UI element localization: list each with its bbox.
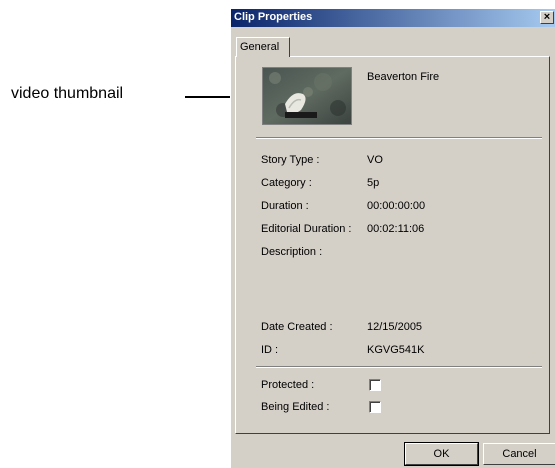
video-thumbnail <box>262 67 352 125</box>
date-created-label: Date Created : <box>261 321 333 333</box>
category-label: Category : <box>261 177 312 189</box>
ok-button[interactable]: OK <box>404 442 479 466</box>
cancel-button[interactable]: Cancel <box>483 443 555 465</box>
id-value: KGVG541K <box>367 344 425 356</box>
close-icon: × <box>543 11 551 23</box>
story-type-value: VO <box>367 154 383 166</box>
clip-name: Beaverton Fire <box>367 71 440 83</box>
editorial-duration-label: Editorial Duration : <box>261 223 352 235</box>
protected-label: Protected : <box>261 379 315 391</box>
callout-label: video thumbnail <box>11 85 124 102</box>
duration-label: Duration : <box>261 200 309 212</box>
being-edited-label: Being Edited : <box>261 401 330 413</box>
duration-value: 00:00:00:00 <box>367 200 426 212</box>
tab-general[interactable]: General <box>236 37 290 57</box>
category-value: 5p <box>367 177 380 189</box>
close-button[interactable]: × <box>540 11 554 24</box>
thumbnail-image <box>263 68 351 124</box>
being-edited-checkbox[interactable] <box>369 401 381 413</box>
general-tab-panel: Beaverton Fire Story Type : VO Category … <box>235 56 550 434</box>
protected-checkbox[interactable] <box>369 379 381 391</box>
story-type-label: Story Type : <box>261 154 320 166</box>
title-bar[interactable]: Clip Properties × <box>231 9 555 27</box>
date-created-value: 12/15/2005 <box>367 321 423 333</box>
description-label: Description : <box>261 246 323 258</box>
divider <box>256 137 542 139</box>
divider <box>256 366 542 368</box>
clip-properties-dialog: Clip Properties × General Beaverton Fire… <box>230 8 555 468</box>
id-label: ID : <box>261 344 279 356</box>
window-title: Clip Properties <box>234 11 313 23</box>
editorial-duration-value: 00:02:11:06 <box>367 223 425 235</box>
